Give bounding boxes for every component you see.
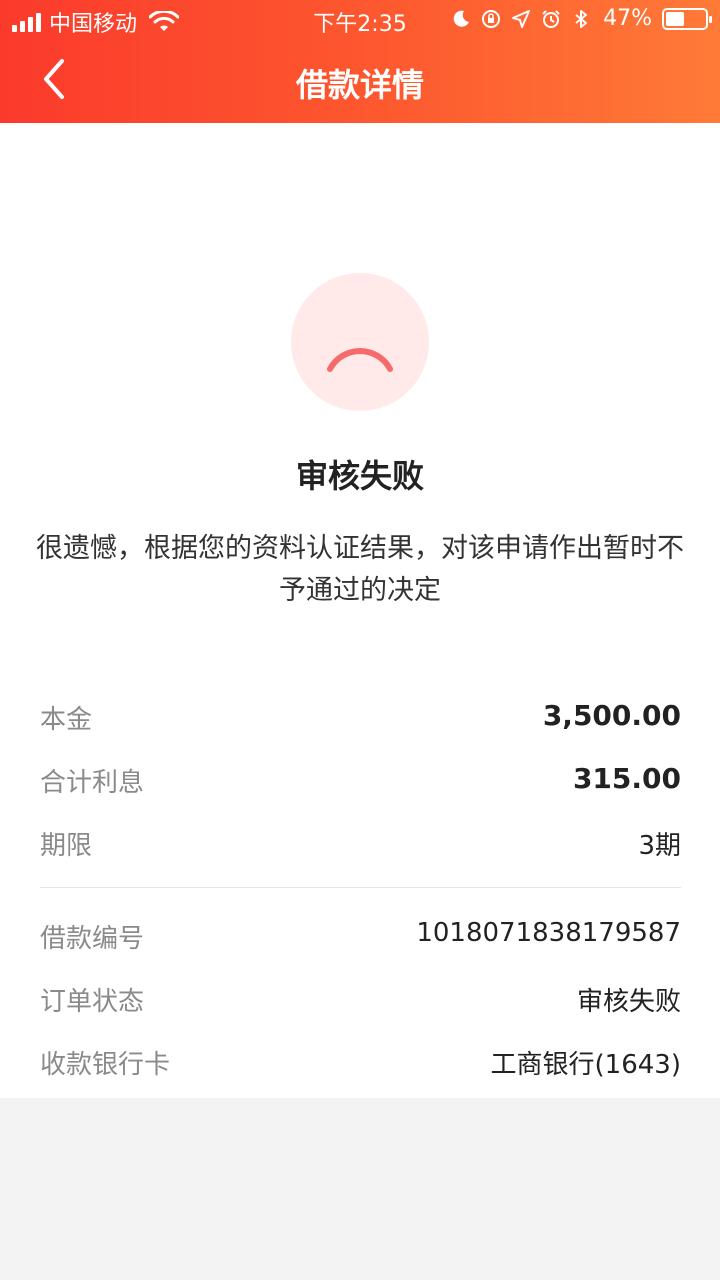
bank-card-label: 收款银行卡 <box>40 1050 171 1080</box>
nav-bar: 借款详情 <box>0 40 720 123</box>
page-title: 借款详情 <box>295 66 424 104</box>
detail-row-term: 期限 3期 <box>40 809 681 872</box>
battery-percent: 47% <box>603 6 652 31</box>
term-label: 期限 <box>40 831 93 861</box>
principal-label: 本金 <box>40 705 93 735</box>
bank-card-value: 工商银行(1643) <box>490 1050 681 1080</box>
sad-face-icon <box>291 273 429 411</box>
bluetooth-icon <box>575 9 588 28</box>
status-bar: 中国移动 下午2:35 47% <box>0 0 720 40</box>
result-title: 审核失败 <box>295 457 424 495</box>
detail-row-interest: 合计利息 315.00 <box>40 746 681 809</box>
divider <box>40 887 681 888</box>
principal-value: 3,500.00 <box>542 699 681 732</box>
detail-row-loan-number: 借款编号 1018071838179587 <box>40 902 681 965</box>
rotation-lock-icon <box>482 9 501 28</box>
interest-label: 合计利息 <box>40 768 145 798</box>
detail-row-bank-card: 收款银行卡 工商银行(1643) <box>40 1028 681 1091</box>
result-description: 很遗憾，根据您的资料认证结果，对该申请作出暂时不予通过的决定 <box>36 533 684 606</box>
header: 中国移动 下午2:35 47% 借款详情 <box>0 0 720 123</box>
location-icon <box>512 9 531 28</box>
detail-row-order-status: 订单状态 审核失败 <box>40 965 681 1028</box>
order-status-label: 订单状态 <box>40 987 145 1017</box>
order-status-value: 审核失败 <box>576 987 681 1017</box>
moon-icon <box>453 10 470 27</box>
loan-number-label: 借款编号 <box>40 924 145 954</box>
alarm-icon <box>542 9 560 28</box>
interest-value: 315.00 <box>572 762 681 795</box>
loan-number-value: 1018071838179587 <box>416 918 681 948</box>
loan-detail-card: 审核失败 很遗憾，根据您的资料认证结果，对该申请作出暂时不予通过的决定 本金 3… <box>0 123 720 1098</box>
term-value: 3期 <box>638 831 681 861</box>
detail-list: 本金 3,500.00 合计利息 315.00 期限 3期 借款编号 10180… <box>40 683 681 1091</box>
battery-icon <box>662 7 712 30</box>
detail-row-principal: 本金 3,500.00 <box>40 683 681 746</box>
